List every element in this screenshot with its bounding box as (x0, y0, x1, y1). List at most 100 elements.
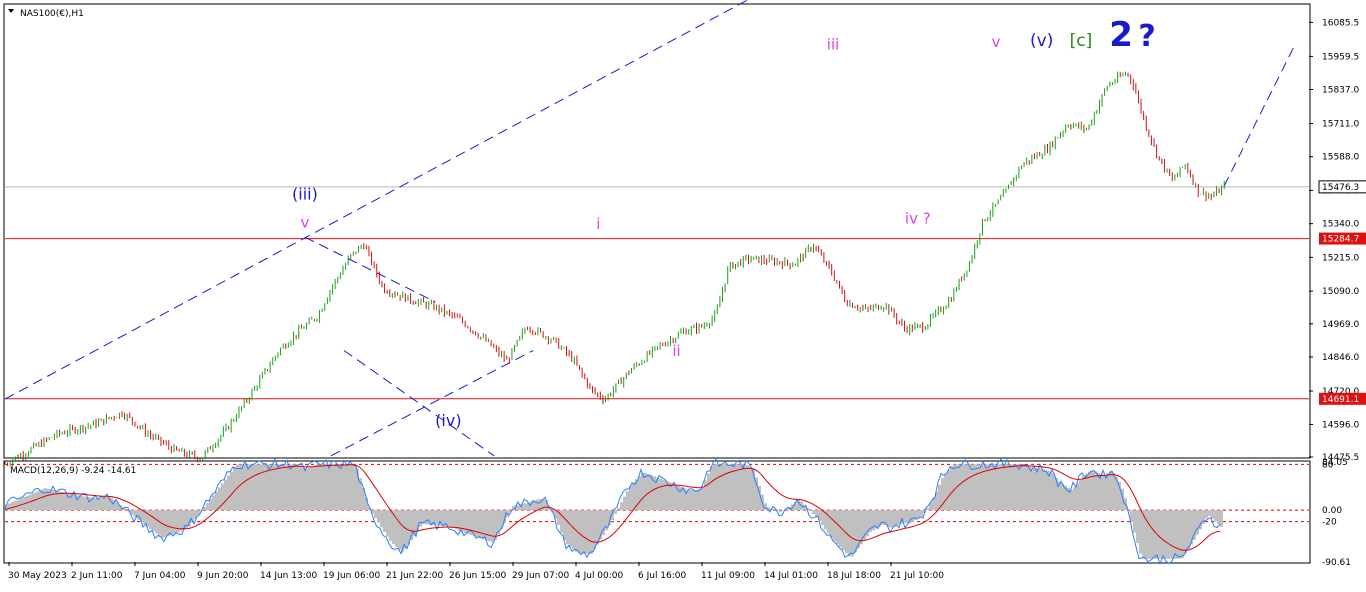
macd-histogram-bar (971, 464, 974, 510)
macd-histogram-bar (419, 510, 422, 527)
macd-histogram-bar (1094, 472, 1097, 510)
macd-histogram-bar (8, 503, 11, 510)
wave-label: (iv) (435, 411, 461, 430)
macd-histogram-bar (452, 510, 455, 528)
macd-histogram-bar (692, 490, 695, 510)
macd-tick-label: -90.61 (1322, 558, 1351, 568)
x-tick-label: 18 Jul 18:00 (827, 571, 881, 581)
macd-histogram-bar (944, 474, 947, 510)
macd-histogram-bar (1211, 510, 1214, 519)
macd-histogram-bar (377, 510, 380, 523)
macd-histogram-bar (587, 510, 590, 554)
macd-histogram-bar (1220, 510, 1223, 527)
macd-histogram-bar (1112, 473, 1115, 510)
channel-line-2 (305, 237, 435, 302)
macd-histogram-bar (596, 510, 599, 544)
y-tick-label: 15215.0 (1322, 253, 1359, 263)
y-tick-label: 14475.5 (1322, 453, 1359, 463)
macd-histogram-bar (584, 510, 587, 554)
macd-histogram-bar (14, 501, 17, 510)
macd-histogram-bar (455, 510, 458, 529)
macd-histogram-bar (152, 510, 155, 531)
macd-tick-label: 0.00 (1322, 506, 1342, 516)
macd-histogram-bar (353, 464, 356, 510)
macd-histogram-bar (203, 507, 206, 510)
macd-histogram-bar (746, 465, 749, 510)
macd-histogram-bar (1040, 469, 1043, 510)
macd-histogram-bar (254, 464, 257, 510)
macd-histogram-bar (479, 510, 482, 538)
y-tick-label: 14846.0 (1322, 353, 1359, 363)
macd-histogram-bar (524, 503, 527, 510)
macd-histogram-bar (104, 497, 107, 510)
y-tick-label: 15959.5 (1322, 52, 1359, 62)
macd-histogram-bar (323, 464, 326, 510)
macd-histogram-bar (1169, 510, 1172, 559)
y-tick-label: 15837.0 (1322, 85, 1359, 95)
macd-histogram-bar (896, 510, 899, 525)
macd-histogram-bar (1184, 510, 1187, 553)
macd-histogram-bar (920, 510, 923, 517)
macd-histogram-bar (329, 464, 332, 510)
chart-container[interactable]: (iii)v(iv)iiiiiiiv ?v(v)[c]2? 84.05800.0… (0, 0, 1366, 588)
macd-histogram-bar (566, 510, 569, 544)
macd-histogram-bar (569, 510, 572, 546)
macd-histogram-bar (374, 510, 377, 518)
macd-histogram-bar (1061, 484, 1064, 510)
macd-histogram-bar (626, 491, 629, 510)
macd-histogram-bar (1085, 474, 1088, 510)
macd-histogram-bar (1052, 473, 1055, 510)
macd-histogram-bar (1076, 484, 1079, 510)
macd-histogram-bar (311, 466, 314, 510)
y-tick-label: 14596.0 (1322, 420, 1359, 430)
macd-histogram-bar (230, 472, 233, 510)
macd-histogram-bar (1175, 510, 1178, 559)
macd-histogram-bar (344, 464, 347, 510)
macd-histogram-bar (1154, 510, 1157, 559)
collapse-triangle-icon[interactable] (8, 9, 14, 13)
x-tick-label: 26 Jun 15:00 (449, 571, 506, 581)
macd-histogram-bar (1046, 470, 1049, 510)
macd-histogram-bar (89, 497, 92, 510)
macd-histogram-bar (1133, 510, 1136, 533)
macd-histogram-bar (206, 503, 209, 510)
macd-histogram-bar (1214, 510, 1217, 521)
macd-histogram-bar (1025, 465, 1028, 510)
wave-label: iii (827, 36, 840, 54)
macd-histogram-bar (233, 468, 236, 510)
macd-histogram-bar (1172, 510, 1175, 559)
title-label-part: ? (1138, 19, 1155, 54)
macd-histogram-bar (980, 464, 983, 510)
macd-histogram-bar (248, 464, 251, 510)
macd-histogram-bar (1019, 464, 1022, 510)
macd-histogram-bar (698, 489, 701, 510)
macd-histogram-bar (284, 464, 287, 510)
macd-histogram-bar (1178, 510, 1181, 559)
macd-histogram-bar (737, 464, 740, 510)
symbol-label: NAS100(€),H1 (20, 9, 84, 19)
projection-line (1224, 43, 1296, 186)
macd-histogram-bar (833, 510, 836, 541)
wave-label: iv ? (905, 210, 931, 228)
macd-histogram-bar (710, 466, 713, 510)
macd-histogram-bar (1139, 510, 1142, 554)
title-label-part: (v) (1030, 31, 1053, 51)
macd-histogram-bar (407, 510, 410, 544)
macd-histogram-bar (707, 473, 710, 510)
macd-histogram-bar (1034, 468, 1037, 510)
level-0-label: 15284.7 (1322, 235, 1359, 245)
macd-histogram-bar (167, 510, 170, 536)
macd-histogram-bar (476, 510, 479, 537)
macd-histogram-bar (1100, 474, 1103, 510)
channel-line-1 (331, 351, 533, 456)
macd-histogram-bar (320, 464, 323, 510)
macd-histogram-bar (290, 464, 293, 510)
price-chart[interactable]: (iii)v(iv)iiiiiiiv ?v(v)[c]2? 84.05800.0… (0, 0, 1366, 588)
macd-histogram-bar (347, 464, 350, 510)
macd-histogram-bar (905, 510, 908, 523)
macd-histogram-bar (80, 496, 83, 510)
macd-histogram-bar (335, 464, 338, 510)
macd-histogram-bar (1148, 510, 1151, 559)
macd-histogram-bar (491, 510, 494, 542)
macd-histogram-bar (998, 464, 1001, 510)
